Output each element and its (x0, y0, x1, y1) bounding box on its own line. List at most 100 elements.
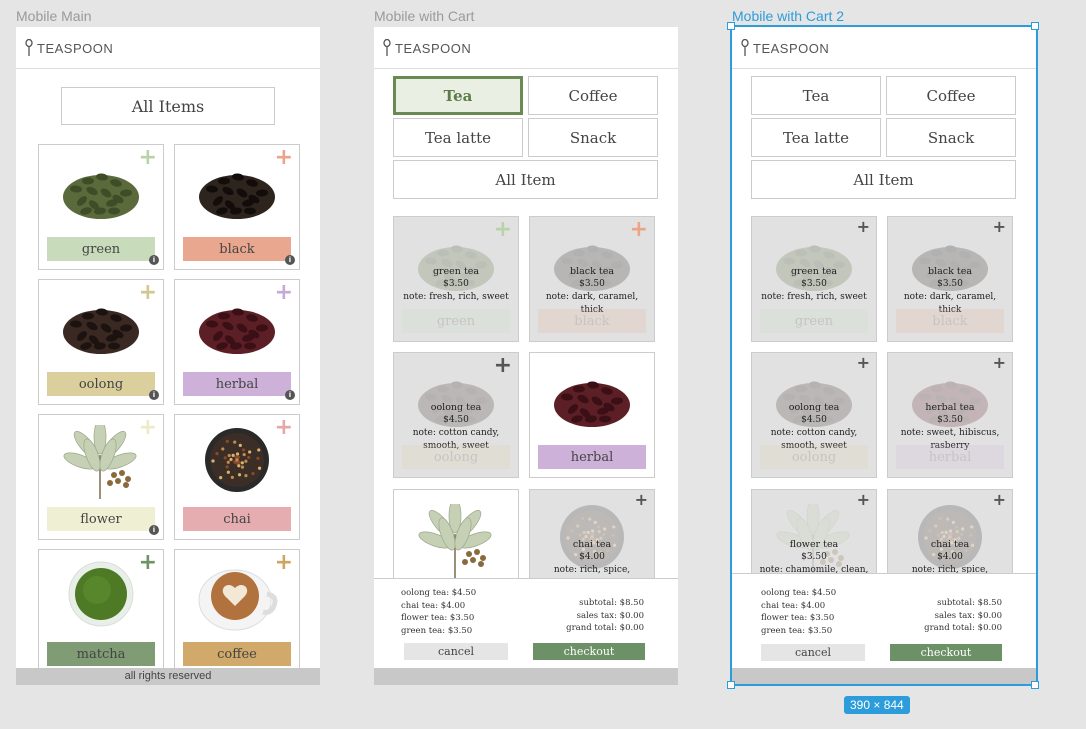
footer-bar (374, 668, 678, 685)
subtotal: subtotal: $8.50 (579, 598, 644, 608)
product-card-matcha[interactable]: + matcha (38, 549, 164, 675)
cart-item: oolong tea: $4.50 (401, 588, 477, 598)
herbal-tea-image (547, 367, 637, 437)
info-icon[interactable]: i (149, 390, 159, 400)
tab-tea[interactable]: Tea (393, 76, 523, 115)
product-label: flower (47, 507, 155, 531)
product-card-coffee[interactable]: + coffee (174, 549, 300, 675)
product-label: matcha (47, 642, 155, 666)
herbal-tea-image (192, 294, 282, 364)
resize-handle-bottom-left[interactable] (727, 681, 735, 689)
logo-text: TEASPOON (395, 40, 472, 56)
product-card-oolong[interactable]: + oolong tea $4.50 note: cotton candy, smoo… (393, 352, 519, 478)
resize-handle-bottom-right[interactable] (1031, 681, 1039, 689)
frame-title-main[interactable]: Mobile Main (16, 8, 91, 24)
cart-item: chai tea: $4.00 (401, 600, 466, 611)
product-card-flower[interactable]: + flower i (38, 414, 164, 540)
footer: all rights reserved (16, 668, 320, 685)
frame-mobile-main: TEASPOON All Items + green i + black i + oolong… (16, 27, 320, 685)
cart-item: flower tea: $3.50 (401, 613, 475, 623)
all-items-button[interactable]: All Items (61, 87, 275, 125)
resize-handle-top-left[interactable] (727, 22, 735, 30)
app-header: TEASPOON (16, 27, 320, 69)
add-icon[interactable]: + (139, 552, 157, 574)
product-name: black tea (570, 266, 614, 277)
cart-panel: oolong tea: $4.50 chai tea: $4.00 flower… (374, 578, 678, 668)
add-icon[interactable]: + (139, 282, 157, 304)
product-card-herbal[interactable]: herbal (529, 352, 655, 478)
resize-handle-top-right[interactable] (1031, 22, 1039, 30)
info-icon[interactable]: i (149, 525, 159, 535)
product-price: $4.50 (443, 415, 469, 425)
product-card-herbal[interactable]: + herbal i (174, 279, 300, 405)
cart-totals: subtotal: $8.50 sales tax: $0.00 grand t… (566, 597, 644, 635)
grand-total: grand total: $0.00 (566, 623, 644, 633)
coffee-tea-image (195, 560, 279, 636)
product-label: black (538, 309, 646, 333)
flower-tea-image (56, 419, 146, 505)
tab-tea-latte[interactable]: Tea latte (393, 118, 523, 157)
add-icon[interactable]: + (275, 552, 293, 574)
product-label: herbal (183, 372, 291, 396)
logo[interactable]: TEASPOON (24, 39, 113, 57)
oolong-tea-image (56, 294, 146, 364)
add-icon[interactable]: + (275, 282, 293, 304)
frame-title-cart[interactable]: Mobile with Cart (374, 8, 474, 24)
logo[interactable]: TEASPOON (382, 39, 471, 57)
spoon-icon (383, 39, 391, 56)
product-label: green (402, 309, 510, 333)
matcha-tea-image (67, 560, 135, 632)
logo-text: TEASPOON (37, 40, 114, 56)
product-label: oolong (47, 372, 155, 396)
product-label: herbal (538, 445, 646, 469)
product-note: note: fresh, rich, sweet (403, 292, 509, 302)
product-card-black[interactable]: + black i (174, 144, 300, 270)
product-card-green[interactable]: + green i (38, 144, 164, 270)
tab-snack[interactable]: Snack (528, 118, 658, 157)
cart-items: oolong tea: $4.50 chai tea: $4.00 flower… (401, 587, 476, 637)
add-icon[interactable]: + (494, 355, 512, 377)
product-name: green tea (432, 266, 480, 277)
product-price: $3.50 (579, 279, 605, 289)
add-icon[interactable]: + (275, 147, 293, 169)
product-label: green (47, 237, 155, 261)
info-icon[interactable]: i (285, 255, 295, 265)
add-icon[interactable]: + (139, 147, 157, 169)
add-icon[interactable]: + (139, 417, 157, 439)
product-card-green[interactable]: + green tea $3.50 note: fresh, rich, sweet g… (393, 216, 519, 342)
frame-mobile-cart: TEASPOON Tea Coffee Tea latte Snack All … (374, 27, 678, 685)
add-icon[interactable]: + (635, 492, 648, 508)
product-card-black[interactable]: + black tea $3.50 note: dark, caramel, thic… (529, 216, 655, 342)
product-details: green tea $3.50 note: fresh, rich, sweet (398, 265, 514, 304)
product-label: black (183, 237, 291, 261)
black-tea-image (192, 159, 282, 229)
product-label: coffee (183, 642, 291, 666)
add-icon[interactable]: + (630, 219, 648, 241)
product-name: oolong tea (430, 402, 482, 413)
add-icon[interactable]: + (494, 219, 512, 241)
product-price: $4.00 (579, 552, 605, 562)
sales-tax: sales tax: $0.00 (576, 610, 644, 621)
cart-item: green tea: $3.50 (401, 625, 473, 636)
flower-tea-image (411, 498, 501, 584)
product-label: oolong (402, 445, 510, 469)
selection-box[interactable] (730, 25, 1038, 686)
product-price: $3.50 (443, 279, 469, 289)
tab-coffee[interactable]: Coffee (528, 76, 658, 115)
dimension-badge: 390 × 844 (844, 696, 910, 714)
info-icon[interactable]: i (285, 390, 295, 400)
product-card-chai[interactable]: + chai (174, 414, 300, 540)
add-icon[interactable]: + (275, 417, 293, 439)
info-icon[interactable]: i (149, 255, 159, 265)
frame-title-cart2[interactable]: Mobile with Cart 2 (732, 8, 844, 24)
checkout-button[interactable]: checkout (533, 643, 645, 660)
spoon-icon (25, 39, 33, 56)
chai-tea-image (202, 425, 272, 499)
app-header: TEASPOON (374, 27, 678, 69)
product-name: chai tea (572, 539, 612, 550)
cancel-button[interactable]: cancel (404, 643, 508, 660)
product-label: chai (183, 507, 291, 531)
green-tea-image (56, 159, 146, 229)
all-item-button[interactable]: All Item (393, 160, 658, 199)
product-card-oolong[interactable]: + oolong i (38, 279, 164, 405)
